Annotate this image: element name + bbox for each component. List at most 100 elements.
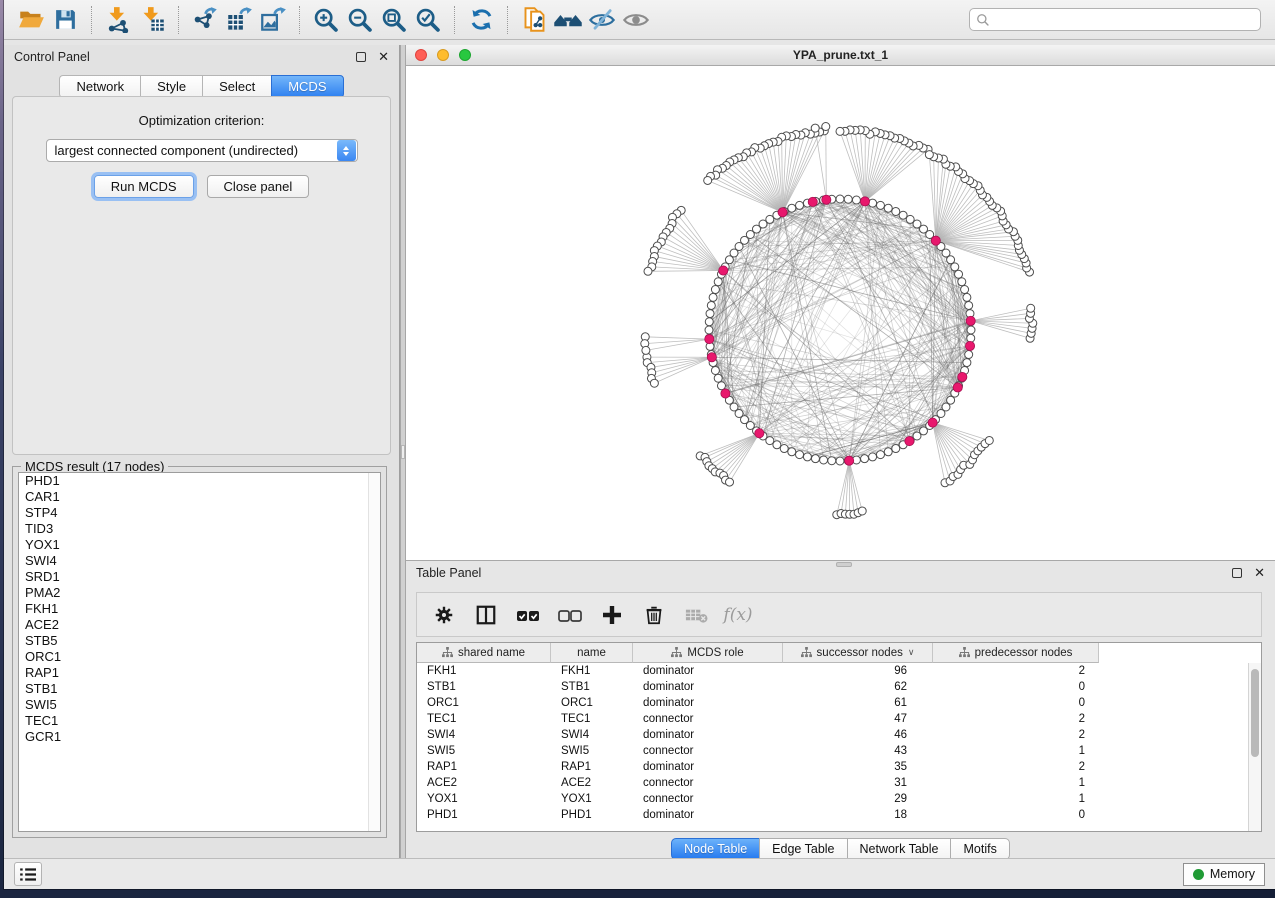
hide-selected-button[interactable] (585, 4, 619, 36)
network-node[interactable] (822, 122, 830, 130)
export-image-button[interactable] (256, 4, 290, 36)
close-panel-icon[interactable]: ✕ (378, 52, 389, 62)
export-table-button[interactable] (222, 4, 256, 36)
table-scrollbar[interactable] (1248, 663, 1261, 831)
table-row[interactable]: SWI5SWI5connector431 (417, 743, 1261, 759)
run-mcds-button[interactable]: Run MCDS (94, 175, 194, 198)
network-node[interactable] (644, 267, 652, 275)
mcds-hub-node[interactable] (966, 316, 975, 325)
network-node[interactable] (796, 451, 804, 459)
network-node[interactable] (958, 278, 966, 286)
mcds-result-item[interactable]: TEC1 (19, 713, 380, 729)
splitter-grip[interactable] (401, 445, 405, 459)
table-row[interactable]: PHD1PHD1dominator180 (417, 807, 1261, 823)
network-node[interactable] (965, 301, 973, 309)
network-node[interactable] (707, 301, 715, 309)
mcds-hub-node[interactable] (928, 418, 937, 427)
mcds-result-item[interactable]: YOX1 (19, 537, 380, 553)
search-field[interactable] (969, 8, 1261, 31)
table-row[interactable]: FKH1FKH1dominator962 (417, 663, 1261, 679)
network-node[interactable] (925, 151, 933, 159)
mcds-hub-node[interactable] (705, 335, 714, 344)
network-node[interactable] (709, 293, 717, 301)
network-node[interactable] (642, 346, 650, 354)
mcds-result-item[interactable]: STB5 (19, 633, 380, 649)
network-node[interactable] (852, 196, 860, 204)
mcds-hub-node[interactable] (778, 208, 787, 217)
mcds-hub-node[interactable] (808, 197, 817, 206)
tab-node-table[interactable]: Node Table (671, 838, 759, 860)
table-settings-button[interactable] (427, 598, 461, 632)
network-node[interactable] (766, 437, 774, 445)
export-network-button[interactable] (188, 4, 222, 36)
clone-network-button[interactable] (517, 4, 551, 36)
table-row[interactable]: YOX1YOX1connector291 (417, 791, 1261, 807)
network-node[interactable] (963, 359, 971, 367)
mcds-hub-node[interactable] (860, 197, 869, 206)
mcds-result-item[interactable]: GCR1 (19, 729, 380, 745)
mcds-result-item[interactable]: PHD1 (19, 473, 380, 489)
network-node[interactable] (963, 293, 971, 301)
network-node[interactable] (773, 441, 781, 449)
mcds-result-item[interactable]: PMA2 (19, 585, 380, 601)
network-node[interactable] (705, 326, 713, 334)
network-node[interactable] (1027, 304, 1035, 312)
mcds-hub-node[interactable] (755, 429, 764, 438)
float-table-panel-icon[interactable] (1232, 568, 1242, 578)
refresh-layout-button[interactable] (464, 4, 498, 36)
tab-select[interactable]: Select (202, 75, 271, 98)
table-row[interactable]: RAP1RAP1dominator352 (417, 759, 1261, 775)
unselect-all-columns-button[interactable] (553, 598, 587, 632)
network-node[interactable] (717, 382, 725, 390)
float-panel-icon[interactable] (356, 52, 366, 62)
network-node[interactable] (899, 211, 907, 219)
network-node[interactable] (869, 453, 877, 461)
tab-mcds[interactable]: MCDS (271, 75, 343, 98)
tab-network-table[interactable]: Network Table (847, 838, 951, 860)
zoom-out-button[interactable] (343, 4, 377, 36)
network-node[interactable] (711, 366, 719, 374)
table-row[interactable]: STB1STB1dominator620 (417, 679, 1261, 695)
network-node[interactable] (780, 445, 788, 453)
network-node[interactable] (705, 318, 713, 326)
mcds-hub-node[interactable] (721, 389, 730, 398)
mcds-result-item[interactable]: STB1 (19, 681, 380, 697)
column-header-predecessor-nodes[interactable]: predecessor nodes (933, 643, 1099, 663)
import-table-button[interactable] (135, 4, 169, 36)
network-node[interactable] (965, 351, 973, 359)
mcds-hub-node[interactable] (931, 236, 940, 245)
zoom-selected-button[interactable] (411, 4, 445, 36)
network-node[interactable] (811, 455, 819, 463)
function-builder-button[interactable]: f(x) (721, 598, 755, 632)
network-node[interactable] (961, 286, 969, 294)
add-column-button[interactable] (595, 598, 629, 632)
network-canvas[interactable] (406, 66, 1275, 560)
network-node[interactable] (892, 207, 900, 215)
show-panels-list-button[interactable] (14, 862, 42, 886)
mcds-hub-node[interactable] (707, 353, 716, 362)
close-table-panel-icon[interactable]: ✕ (1254, 568, 1265, 578)
delete-column-button[interactable] (637, 598, 671, 632)
mcds-hub-node[interactable] (719, 266, 728, 275)
first-neighbors-button[interactable] (551, 4, 585, 36)
network-window-titlebar[interactable]: YPA_prune.txt_1 (406, 45, 1275, 66)
mcds-result-item[interactable]: SWI5 (19, 697, 380, 713)
network-node[interactable] (820, 456, 828, 464)
zoom-fit-button[interactable] (377, 4, 411, 36)
network-node[interactable] (955, 270, 963, 278)
mcds-hub-node[interactable] (953, 383, 962, 392)
network-node[interactable] (704, 176, 712, 184)
network-node[interactable] (788, 448, 796, 456)
network-node[interactable] (967, 326, 975, 334)
mcds-result-item[interactable]: SRD1 (19, 569, 380, 585)
network-node[interactable] (836, 457, 844, 465)
table-scrollbar-thumb[interactable] (1251, 669, 1259, 757)
mcds-result-list[interactable]: PHD1CAR1STP4TID3YOX1SWI4SRD1PMA2FKH1ACE2… (18, 472, 381, 832)
column-header-MCDS-role[interactable]: MCDS role (633, 643, 783, 663)
mcds-result-item[interactable]: FKH1 (19, 601, 380, 617)
mcds-result-item[interactable]: CAR1 (19, 489, 380, 505)
network-node[interactable] (884, 448, 892, 456)
show-columns-button[interactable] (469, 598, 503, 632)
table-row[interactable]: ACE2ACE2connector311 (417, 775, 1261, 791)
tab-edge-table[interactable]: Edge Table (759, 838, 846, 860)
